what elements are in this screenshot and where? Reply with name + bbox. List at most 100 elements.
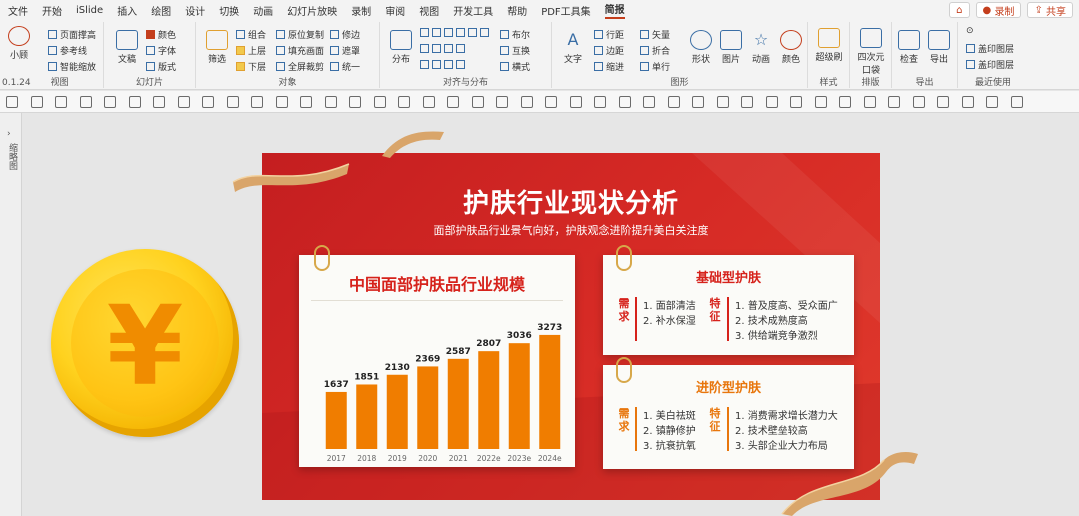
menu-item[interactable]: 审阅 [385,3,405,18]
comment-button[interactable]: ⌂ [949,2,970,18]
menu-item[interactable]: 文件 [8,3,28,18]
align-middle-icon[interactable] [251,96,263,108]
filter-button[interactable]: 筛选 [202,30,232,65]
up-layer-button[interactable]: 上层 [236,44,266,57]
spacing-button[interactable]: 横式 [500,60,530,73]
image-icon[interactable] [667,96,680,108]
shape-button[interactable]: 形状 [686,30,716,65]
smart-zoom-button[interactable]: 智能缩放 [48,60,96,73]
dropdown-icon[interactable] [30,96,43,108]
rotate-icon[interactable] [790,96,802,108]
animation-button[interactable]: ☆ 动画 [746,30,776,65]
align-left-icon[interactable] [153,96,165,108]
group-icon[interactable] [349,96,361,108]
boolean-button[interactable]: 布尔 [500,28,530,41]
image-icon[interactable] [692,96,704,108]
indent-button[interactable]: 缩进 [594,60,624,73]
align-icons-row1[interactable] [420,28,492,37]
layout-icon[interactable] [6,96,18,108]
color-button[interactable]: 颜色 [146,28,176,41]
guide-toggle[interactable]: 参考线 [48,44,87,57]
mask-button[interactable]: 遮罩 [330,44,360,57]
orig-copy-button[interactable]: 原位复制 [276,28,324,41]
combine-button[interactable]: 组合 [236,28,266,41]
target-icon[interactable] [888,96,900,108]
redo-icon[interactable] [128,96,141,108]
menu-item[interactable]: 幻灯片放映 [287,3,337,18]
menu-item[interactable]: 动画 [253,3,273,18]
fill-pic-button[interactable]: 填充画面 [276,44,324,57]
align-right-icon[interactable] [202,96,214,108]
beauty-brush-button[interactable]: 超级刷 [814,28,844,63]
image-icon[interactable] [765,96,778,108]
menu-item[interactable]: PDF工具集 [541,3,590,18]
rectangle-icon[interactable] [422,96,435,108]
line-icon[interactable] [398,96,410,108]
shape-color-button[interactable]: 颜色 [776,30,806,65]
align-icons-row3[interactable] [420,60,468,69]
menu-item[interactable]: 录制 [351,3,371,18]
menu-item[interactable]: iSlide [76,5,103,16]
grid-icon[interactable] [912,96,925,108]
zoom-icon[interactable] [986,96,998,108]
menu-item[interactable]: 开发工具 [453,3,493,18]
shape-fill-icon[interactable] [373,96,386,108]
help-icon-row[interactable]: ⊙ [966,26,974,36]
menu-item[interactable]: 切换 [219,3,239,18]
eraser-icon[interactable] [961,96,974,108]
swap-button[interactable]: 互换 [500,44,530,57]
check-button[interactable]: 检查 [894,30,924,65]
menu-item[interactable]: 开始 [42,3,62,18]
distribute-button[interactable]: 分布 [386,30,416,65]
single-row-button[interactable]: 单行 [640,60,670,73]
save-icon[interactable] [79,96,92,108]
eyedropper-icon[interactable] [839,96,851,108]
image-icon[interactable] [741,96,753,108]
fold-button[interactable]: 折合 [640,44,670,57]
rows-button[interactable]: 行距 [594,28,624,41]
align-icons-row2[interactable] [420,44,468,53]
align-center-icon[interactable] [177,96,190,108]
menu-item[interactable]: 设计 [185,3,205,18]
menu-item[interactable]: 插入 [117,3,137,18]
record-button[interactable]: ● 录制 [975,2,1022,18]
quad-pocket-button[interactable]: 四次元口袋 [856,28,886,76]
full-crop-button[interactable]: 全屏裁剪 [276,60,324,73]
menu-item[interactable]: 帮助 [507,3,527,18]
picture-button[interactable]: 图片 [716,30,746,65]
eyedropper-icon[interactable] [814,96,827,108]
down-layer-button[interactable]: 下层 [236,60,266,73]
image-icon[interactable] [618,96,631,108]
distribute-h-icon[interactable] [300,96,312,108]
crop-icon[interactable] [594,96,606,108]
arrow-icon[interactable] [520,96,533,108]
distribute-v-icon[interactable] [324,96,337,108]
menu-item[interactable]: 视图 [419,3,439,18]
text-button[interactable]: A 文字 [558,30,588,65]
menu-item[interactable]: 简报 [604,1,625,19]
unify-button[interactable]: 统一 [330,60,360,73]
share-button[interactable]: ⇪ 共享 [1027,2,1073,18]
margin-button[interactable]: 边距 [594,44,624,57]
pointer-icon[interactable] [55,96,67,108]
thumbnail-panel[interactable]: › 缩略图 [0,113,22,516]
layout-button[interactable]: 版式 [146,60,176,73]
chevron-right-icon[interactable]: › [7,129,11,139]
trim-button[interactable]: 修边 [330,28,360,41]
rounded-rect-icon[interactable] [447,96,459,108]
export-button[interactable]: 导出 [924,30,954,65]
vector-button[interactable]: 矢量 [640,28,670,41]
align-bottom-icon[interactable] [275,96,288,108]
menu-item[interactable]: 绘图 [151,3,171,18]
image-icon[interactable] [643,96,655,108]
font-size-icon[interactable] [1010,96,1023,108]
xiaoqiao-button[interactable]: 小顾 [4,26,34,61]
image-icon[interactable] [716,96,729,108]
textbox-icon[interactable] [545,96,557,108]
fill-icon[interactable] [863,96,876,108]
triangle-icon[interactable] [496,96,508,108]
font-button[interactable]: 字体 [146,44,176,57]
text-doc-button[interactable]: 文稿 [112,30,142,65]
stamp-layer-button-2[interactable]: 盖印图层 [966,58,1014,71]
undo-icon[interactable] [104,96,116,108]
